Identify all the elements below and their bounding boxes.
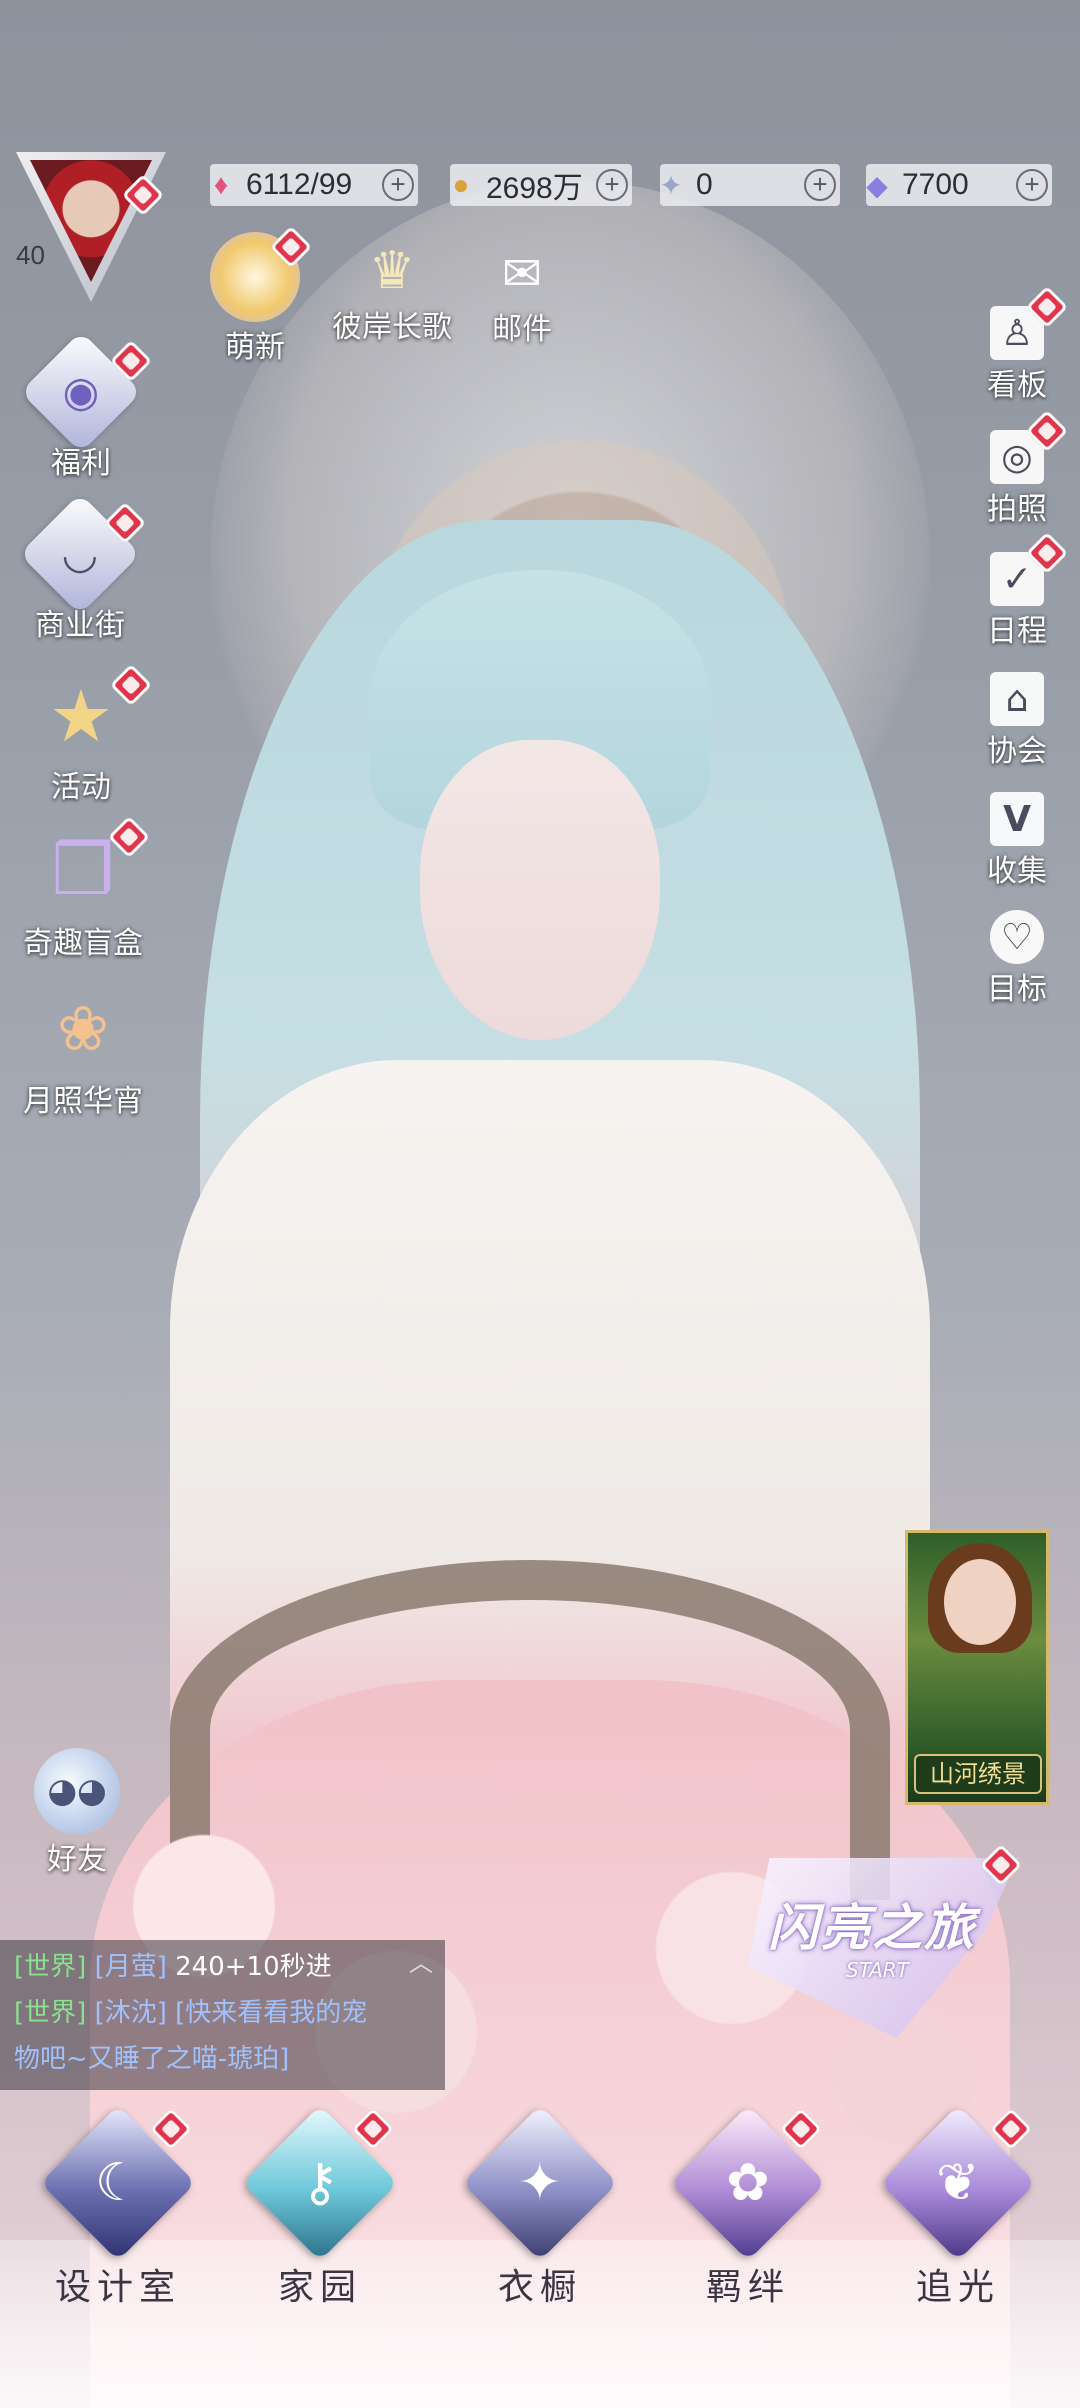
currency-stamina: ♦ 6112/99 + (210, 164, 418, 206)
journey-subtitle: START (846, 1958, 909, 1982)
nav-home[interactable]: ⚷ 家园 (240, 2105, 400, 2310)
activity-button[interactable]: ★ 活动 (16, 663, 153, 806)
chat-line: 物吧~又睡了之喵-琥珀] (14, 2044, 290, 2074)
journey-title: 闪亮之旅 (768, 1898, 976, 1957)
schedule-button[interactable]: ✓ 日程 (972, 531, 1069, 650)
crown-icon: ♛ (368, 241, 416, 301)
nav-wardrobe[interactable]: ✦ 衣橱 (460, 2105, 620, 2310)
chevron-up-icon[interactable]: ︿ (409, 1940, 433, 1986)
showcase-button[interactable]: ♙ 看板 (972, 285, 1069, 404)
world-chat-panel[interactable]: ︿ [世界] [月萤] 240+10秒进 [世界] [沐沈] [快来看看我的宠 … (0, 1940, 445, 2090)
add-stamina-button[interactable]: + (382, 169, 414, 201)
guild-button[interactable]: ⌂ 协会 (972, 672, 1062, 770)
crystal-icon: ✦ (659, 169, 683, 201)
add-gold-button[interactable]: + (596, 169, 628, 201)
chat-line: [世界] [沐沈] [快来看看我的宠 (14, 1998, 368, 2028)
event-crown-button[interactable]: ♛ 彼岸长歌 (322, 240, 462, 346)
lantern-icon: ❀ (57, 991, 109, 1065)
target-icon: ♡ (990, 910, 1044, 964)
currency-crystal: ✦ 0 + (659, 164, 840, 206)
journey-start-button[interactable]: 闪亮之旅 START (748, 1843, 1023, 2038)
event-banner-caption: 山河绣景 (914, 1754, 1042, 1794)
nav-chase-light[interactable]: ❦ 追光 (878, 2105, 1038, 2310)
player-level: 40 (16, 240, 45, 270)
newbie-button[interactable]: 萌新 (200, 225, 313, 366)
sparkle-icon: ✦ (462, 2105, 618, 2261)
blind-box-button[interactable]: ❒ 奇趣盲盒 (8, 815, 158, 962)
moon-night-event-button[interactable]: ❀ 月照华宵 (8, 980, 158, 1120)
player-avatar[interactable]: 40 (16, 152, 166, 302)
character-face (420, 740, 660, 1040)
photo-button[interactable]: ◎ 拍照 (972, 409, 1069, 528)
shopping-street-button[interactable]: ◡ 商业街 (10, 493, 150, 644)
nav-design-studio[interactable]: ☾ 设计室 (38, 2105, 198, 2310)
mail-icon: ✉ (501, 246, 543, 302)
collection-button[interactable]: V 收集 (972, 792, 1062, 890)
pink-gem-icon: ♦ (213, 169, 229, 200)
currency-diamond: ◆ 7700 + (866, 164, 1052, 206)
chat-line: [世界] [月萤] 240+10秒进 (14, 1952, 332, 1982)
mail-button[interactable]: ✉ 邮件 (474, 244, 570, 348)
gold-coin-icon: ● (452, 169, 470, 200)
collection-icon: V (990, 792, 1044, 846)
add-diamond-button[interactable]: + (1016, 169, 1048, 201)
goal-button[interactable]: ♡ 目标 (972, 910, 1062, 1008)
nav-bonds[interactable]: ✿ 羁绊 (668, 2105, 828, 2310)
event-banner[interactable]: 山河绣景 (905, 1530, 1049, 1805)
avatar-portrait (30, 160, 152, 282)
friends-button[interactable]: ◕◕ 好友 (22, 1748, 132, 1878)
add-crystal-button[interactable]: + (804, 169, 836, 201)
diamond-icon: ◆ (866, 169, 888, 201)
friends-icon: ◕◕ (34, 1748, 120, 1834)
welfare-button[interactable]: ◉ 福利 (16, 331, 153, 482)
currency-gold: ● 2698万 + (450, 164, 632, 206)
event-character-portrait (944, 1559, 1016, 1645)
guild-icon: ⌂ (990, 672, 1044, 726)
